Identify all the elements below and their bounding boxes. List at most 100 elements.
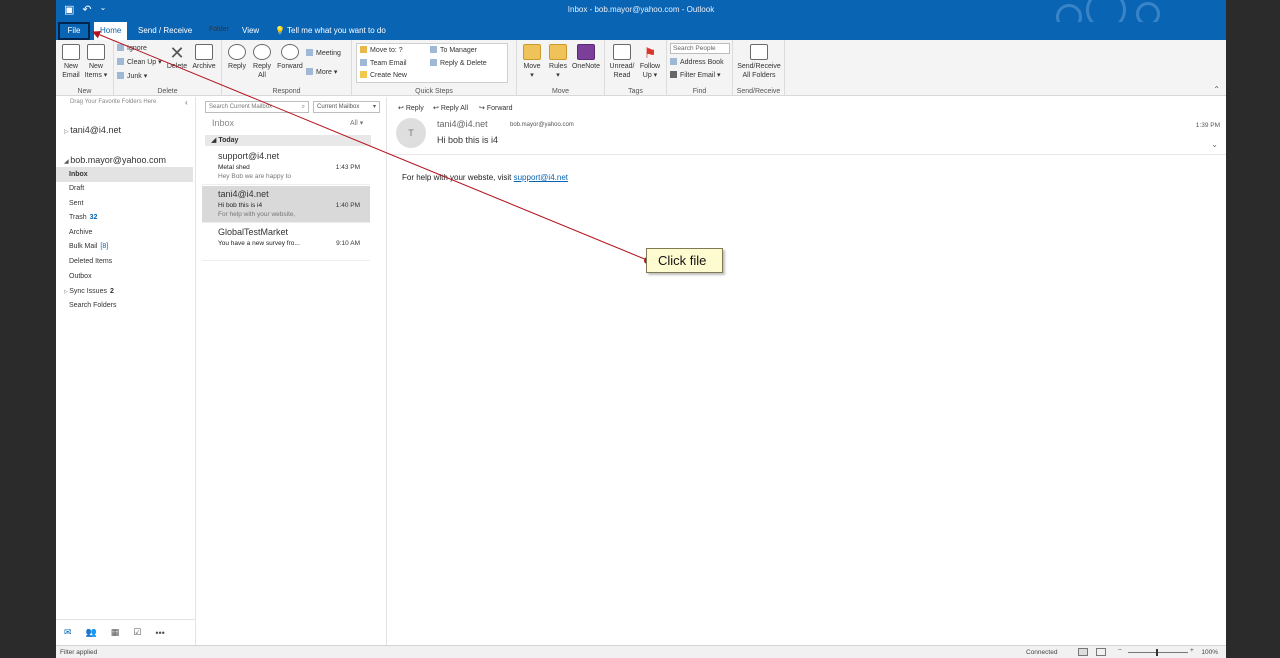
folder-draft[interactable]: Draft xyxy=(56,181,193,196)
meeting-button[interactable]: Meeting xyxy=(306,49,341,57)
search-people-input[interactable]: Search People xyxy=(670,43,730,54)
account-tani4[interactable]: ▷ tani4@i4.net xyxy=(64,125,121,135)
group-label-find: Find xyxy=(692,88,707,95)
status-connection: Connected xyxy=(1026,649,1058,656)
more-icon[interactable]: ••• xyxy=(155,628,164,638)
message-preview: For help with your website, xyxy=(218,211,296,218)
zoom-out-icon[interactable]: − xyxy=(1118,647,1122,654)
rules-button[interactable]: Rules ▾ xyxy=(547,44,569,80)
new-email-icon xyxy=(62,44,80,60)
unread-count: 2 xyxy=(109,288,114,295)
collapse-folder-pane-icon[interactable]: ‹ xyxy=(185,98,188,107)
folder-bulk-mail[interactable]: Bulk Mail [8] xyxy=(56,239,193,254)
reading-recipient[interactable]: bob.mayor@yahoo.com xyxy=(510,122,574,128)
zoom-level: 100% xyxy=(1201,649,1218,656)
send-receive-all-button[interactable]: Send/Receive All Folders xyxy=(735,44,783,80)
follow-up-button[interactable]: ⚑ Follow Up ▾ xyxy=(637,44,663,80)
quick-step-reply-delete[interactable]: Reply & Delete xyxy=(430,59,487,67)
message-subject: Metal shed xyxy=(218,164,250,171)
search-mailbox-input[interactable]: Search Current Mailbox ⌕ xyxy=(205,101,309,113)
inline-reply-all-button[interactable]: ↩ Reply All xyxy=(433,104,468,112)
junk-button[interactable]: Junk ▾ xyxy=(117,72,147,80)
expand-header-icon[interactable]: ⌄ xyxy=(1211,140,1218,149)
ignore-button[interactable]: Ignore xyxy=(117,44,147,52)
more-respond-button[interactable]: More ▾ xyxy=(306,68,337,76)
tab-home[interactable]: Home xyxy=(94,22,128,40)
quick-step-create-new[interactable]: Create New xyxy=(360,71,407,79)
group-header-today[interactable]: ◢ Today xyxy=(205,135,371,146)
filter-all-dropdown[interactable]: All ▾ xyxy=(350,119,363,127)
address-book-button[interactable]: Address Book xyxy=(670,58,724,66)
people-icon[interactable]: 👥 xyxy=(86,627,97,638)
archive-button[interactable]: Archive xyxy=(190,44,218,71)
list-item[interactable]: support@i4.net Metal shed Hey Bob we are… xyxy=(202,148,370,185)
flag-icon: ⚑ xyxy=(643,45,657,61)
to-manager-icon xyxy=(430,46,437,53)
folder-outbox[interactable]: Outbox xyxy=(56,269,193,284)
calendar-icon[interactable]: ▦ xyxy=(111,627,120,638)
archive-icon xyxy=(195,44,213,60)
tasks-icon[interactable]: ☑ xyxy=(133,627,141,638)
clean-up-icon xyxy=(117,58,124,65)
group-label-send-receive: Send/Receive xyxy=(736,88,781,95)
mail-icon[interactable]: ✉ xyxy=(64,627,72,638)
item-count: [8] xyxy=(100,243,109,250)
inline-forward-button[interactable]: ↪ Forward xyxy=(479,104,513,112)
reply-all-button[interactable]: Reply All xyxy=(251,44,273,80)
reply-all-icon: ↩ xyxy=(433,105,439,112)
move-button[interactable]: Move ▾ xyxy=(521,44,543,80)
navigation-bar: ✉ 👥 ▦ ☑ ••• xyxy=(56,619,196,645)
folder-sent[interactable]: Sent xyxy=(56,196,193,211)
folder-sync-issues[interactable]: ▷ Sync Issues 2 xyxy=(56,284,193,299)
reply-button[interactable]: Reply xyxy=(226,44,248,71)
message-preview: Hey Bob we are happy to xyxy=(218,173,291,180)
group-find: Search People Address Book Filter Email … xyxy=(667,40,733,96)
reading-sender[interactable]: tani4@i4.net xyxy=(437,119,488,129)
reading-subject: Hi bob this is i4 xyxy=(437,135,499,145)
inline-reply-button[interactable]: ↩ Reply xyxy=(398,104,424,112)
filter-email-button[interactable]: Filter Email ▾ xyxy=(670,71,720,79)
account-bob-mayor[interactable]: ◢ bob.mayor@yahoo.com xyxy=(64,155,166,165)
zoom-slider[interactable] xyxy=(1128,652,1188,653)
group-tags: Unread/ Read ⚑ Follow Up ▾ Tags xyxy=(605,40,667,96)
tab-view[interactable]: View xyxy=(236,22,265,40)
folder-search-folders[interactable]: Search Folders xyxy=(56,298,193,313)
quick-step-move-to[interactable]: Move to: ? xyxy=(360,46,403,54)
unread-read-button[interactable]: Unread/ Read xyxy=(609,44,635,80)
onenote-button[interactable]: OneNote xyxy=(571,44,601,71)
new-email-button[interactable]: New Email xyxy=(60,44,82,80)
collapse-ribbon-icon[interactable]: ⌃ xyxy=(1213,85,1220,94)
clean-up-button[interactable]: Clean Up ▾ xyxy=(117,58,162,66)
group-send-receive: Send/Receive All Folders Send/Receive xyxy=(733,40,785,96)
search-scope-dropdown[interactable]: Current Mailbox ▾ xyxy=(313,101,380,113)
list-item[interactable]: GlobalTestMarket You have a new survey f… xyxy=(202,224,370,261)
forward-button[interactable]: Forward xyxy=(276,44,304,71)
message-list-title: Inbox xyxy=(212,118,235,128)
lightbulb-icon: 💡 xyxy=(275,26,288,35)
normal-view-icon[interactable] xyxy=(1078,648,1088,656)
tab-file[interactable]: File xyxy=(58,22,90,40)
delete-x-icon: ✕ xyxy=(169,43,185,63)
ignore-icon xyxy=(117,44,124,51)
tell-me-search[interactable]: 💡 Tell me what you want to do xyxy=(269,22,392,40)
new-items-button[interactable]: New Items ▾ xyxy=(84,44,108,80)
reading-view-icon[interactable] xyxy=(1096,648,1106,656)
unread-envelope-icon xyxy=(613,44,631,60)
tab-send-receive[interactable]: Send / Receive xyxy=(132,22,198,40)
folder-trash[interactable]: Trash 32 xyxy=(56,210,193,225)
quick-step-to-manager[interactable]: To Manager xyxy=(430,46,477,54)
zoom-thumb[interactable] xyxy=(1156,649,1158,656)
group-quick-steps: Move to: ? Team Email Create New To Mana… xyxy=(352,40,517,96)
zoom-in-icon[interactable]: + xyxy=(1190,647,1194,654)
folder-archive[interactable]: Archive xyxy=(56,225,193,240)
support-link[interactable]: support@i4.net xyxy=(514,173,568,182)
reply-all-icon xyxy=(253,44,271,60)
group-respond: Reply Reply All Forward Meeting More ▾ R… xyxy=(222,40,352,96)
move-to-icon xyxy=(360,46,367,53)
quick-step-team-email[interactable]: Team Email xyxy=(360,59,407,67)
folder-deleted-items[interactable]: Deleted Items xyxy=(56,254,193,269)
folder-inbox[interactable]: Inbox xyxy=(56,167,193,182)
status-filter: Filter applied xyxy=(60,649,98,656)
list-item[interactable]: tani4@i4.net Hi bob this is i4 For help … xyxy=(202,186,370,223)
delete-button[interactable]: ✕ Delete xyxy=(166,44,188,71)
